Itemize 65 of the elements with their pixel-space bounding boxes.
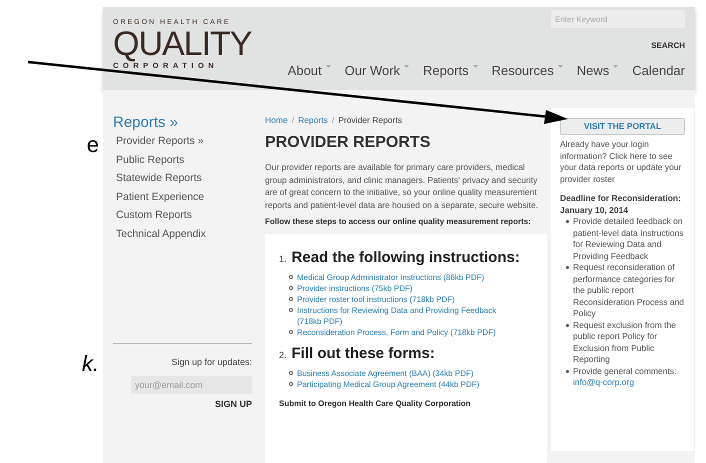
bullet-icon xyxy=(289,371,293,375)
bullet-text: Provide general comments: xyxy=(573,366,676,377)
breadcrumb-link[interactable]: Home xyxy=(265,114,288,126)
nav-link[interactable]: News xyxy=(576,61,618,80)
sign-up-button[interactable]: SIGN UP xyxy=(214,398,252,411)
sidebar-item[interactable]: Provider Reports » xyxy=(113,132,252,150)
pdf-link[interactable]: Business Associate Agreement (BAA) (34kb PDF) xyxy=(297,368,512,379)
bullet-icon xyxy=(566,324,569,326)
nav-link[interactable]: Calendar xyxy=(632,61,685,80)
nav-link[interactable]: Our Work xyxy=(344,61,410,80)
submit-note: Submit to Oregon Health Care Quality Corporation xyxy=(279,398,472,410)
breadcrumb-separator: / xyxy=(332,114,334,126)
bullet-text: Provide detailed feedback on patient-level data Instructions for Reviewing Data and Providing Feedback xyxy=(573,216,685,262)
nav-link[interactable]: Reports xyxy=(423,61,478,80)
pdf-link[interactable]: Provider roster tool instructions (718kb PDF) xyxy=(297,294,512,305)
step-heading: Fill out these forms: xyxy=(292,344,435,364)
cut-text: k. xyxy=(82,350,99,378)
bullet-icon xyxy=(566,370,569,372)
pdf-link[interactable]: Instructions for Reviewing Data and Providing Feedback (718kb PDF) xyxy=(297,305,512,327)
breadcrumb-separator: / xyxy=(292,114,294,126)
logo-wordmark: QUALITY xyxy=(113,26,252,62)
caret-icon xyxy=(326,65,331,68)
pdf-link[interactable]: Reconsideration Process, Form and Policy (718kb PDF) xyxy=(297,327,512,338)
bullet-icon xyxy=(289,308,293,312)
sidebar-item[interactable]: Custom Reports xyxy=(113,206,252,224)
pdf-link[interactable]: Medical Group Administrator Instructions (86kb PDF) xyxy=(297,272,512,283)
bullet-icon xyxy=(289,382,293,386)
breadcrumb-link[interactable]: Reports xyxy=(298,114,328,126)
visit-portal-button[interactable]: VISIT THE PORTAL xyxy=(560,118,685,135)
bullet-icon xyxy=(289,297,293,301)
current-page-label: Provider Reports xyxy=(338,114,402,126)
caret-icon xyxy=(404,65,410,68)
email-field[interactable]: your@email.com xyxy=(131,376,252,394)
deadline-text: Deadline for Reconsideration: January 10, 2014 xyxy=(560,193,682,216)
bullet-icon xyxy=(289,275,293,279)
caret-icon xyxy=(558,65,563,68)
bullet-text: Request exclusion from the public report Policy for Exclusion from Public Reporting xyxy=(573,320,677,366)
step-number: 2. xyxy=(279,349,287,362)
pdf-link[interactable]: Provider instructions (75kb PDF) xyxy=(297,283,512,294)
sidebar-item[interactable]: Patient Experience xyxy=(113,188,252,206)
bullet-icon xyxy=(566,266,569,269)
caret-icon xyxy=(613,65,618,68)
sidebar-item[interactable]: Technical Appendix xyxy=(113,224,252,243)
intro-paragraph: Our provider reports are available for primary care providers, medical group administrators, and clinic managers. Patients' privacy and security are of great concern to the initiative, so your online quality measurement reports and patient-level data are housed on a separate, secure website. xyxy=(265,161,540,211)
sidebar-title[interactable]: Reports » xyxy=(113,114,252,132)
bullet-icon xyxy=(289,286,293,290)
signup-label: Sign up for updates: xyxy=(171,356,252,369)
pdf-link[interactable]: Participating Medical Group Agreement (44kb PDF) xyxy=(297,379,512,390)
cut-text: e xyxy=(86,131,99,159)
bullet-icon xyxy=(566,220,569,223)
nav-link[interactable]: Resources xyxy=(492,61,563,80)
step-heading: Read the following instructions: xyxy=(292,248,520,268)
nav-link[interactable]: About xyxy=(288,61,331,80)
caret-icon xyxy=(472,65,478,68)
page-title: PROVIDER REPORTS xyxy=(265,133,432,153)
search-button[interactable]: SEARCH xyxy=(651,40,685,52)
bullet-icon xyxy=(289,330,293,334)
sidebar-item[interactable]: Public Reports xyxy=(113,150,252,169)
email-link[interactable]: info@q-corp.org xyxy=(573,377,676,388)
sidebar-item[interactable]: Statewide Reports xyxy=(113,169,252,188)
portal-text: Already have your login information? Click here to see your data reports or update your provider roster xyxy=(560,139,682,185)
bullet-text: Request reconsideration of performance categories for the public report Reconsideration Process and Policy xyxy=(573,262,685,320)
step-number: 1. xyxy=(279,253,287,266)
search-field[interactable]: Enter Keyword xyxy=(551,10,685,28)
steps-intro: Follow these steps to access our online quality measurement reports: xyxy=(265,216,532,228)
